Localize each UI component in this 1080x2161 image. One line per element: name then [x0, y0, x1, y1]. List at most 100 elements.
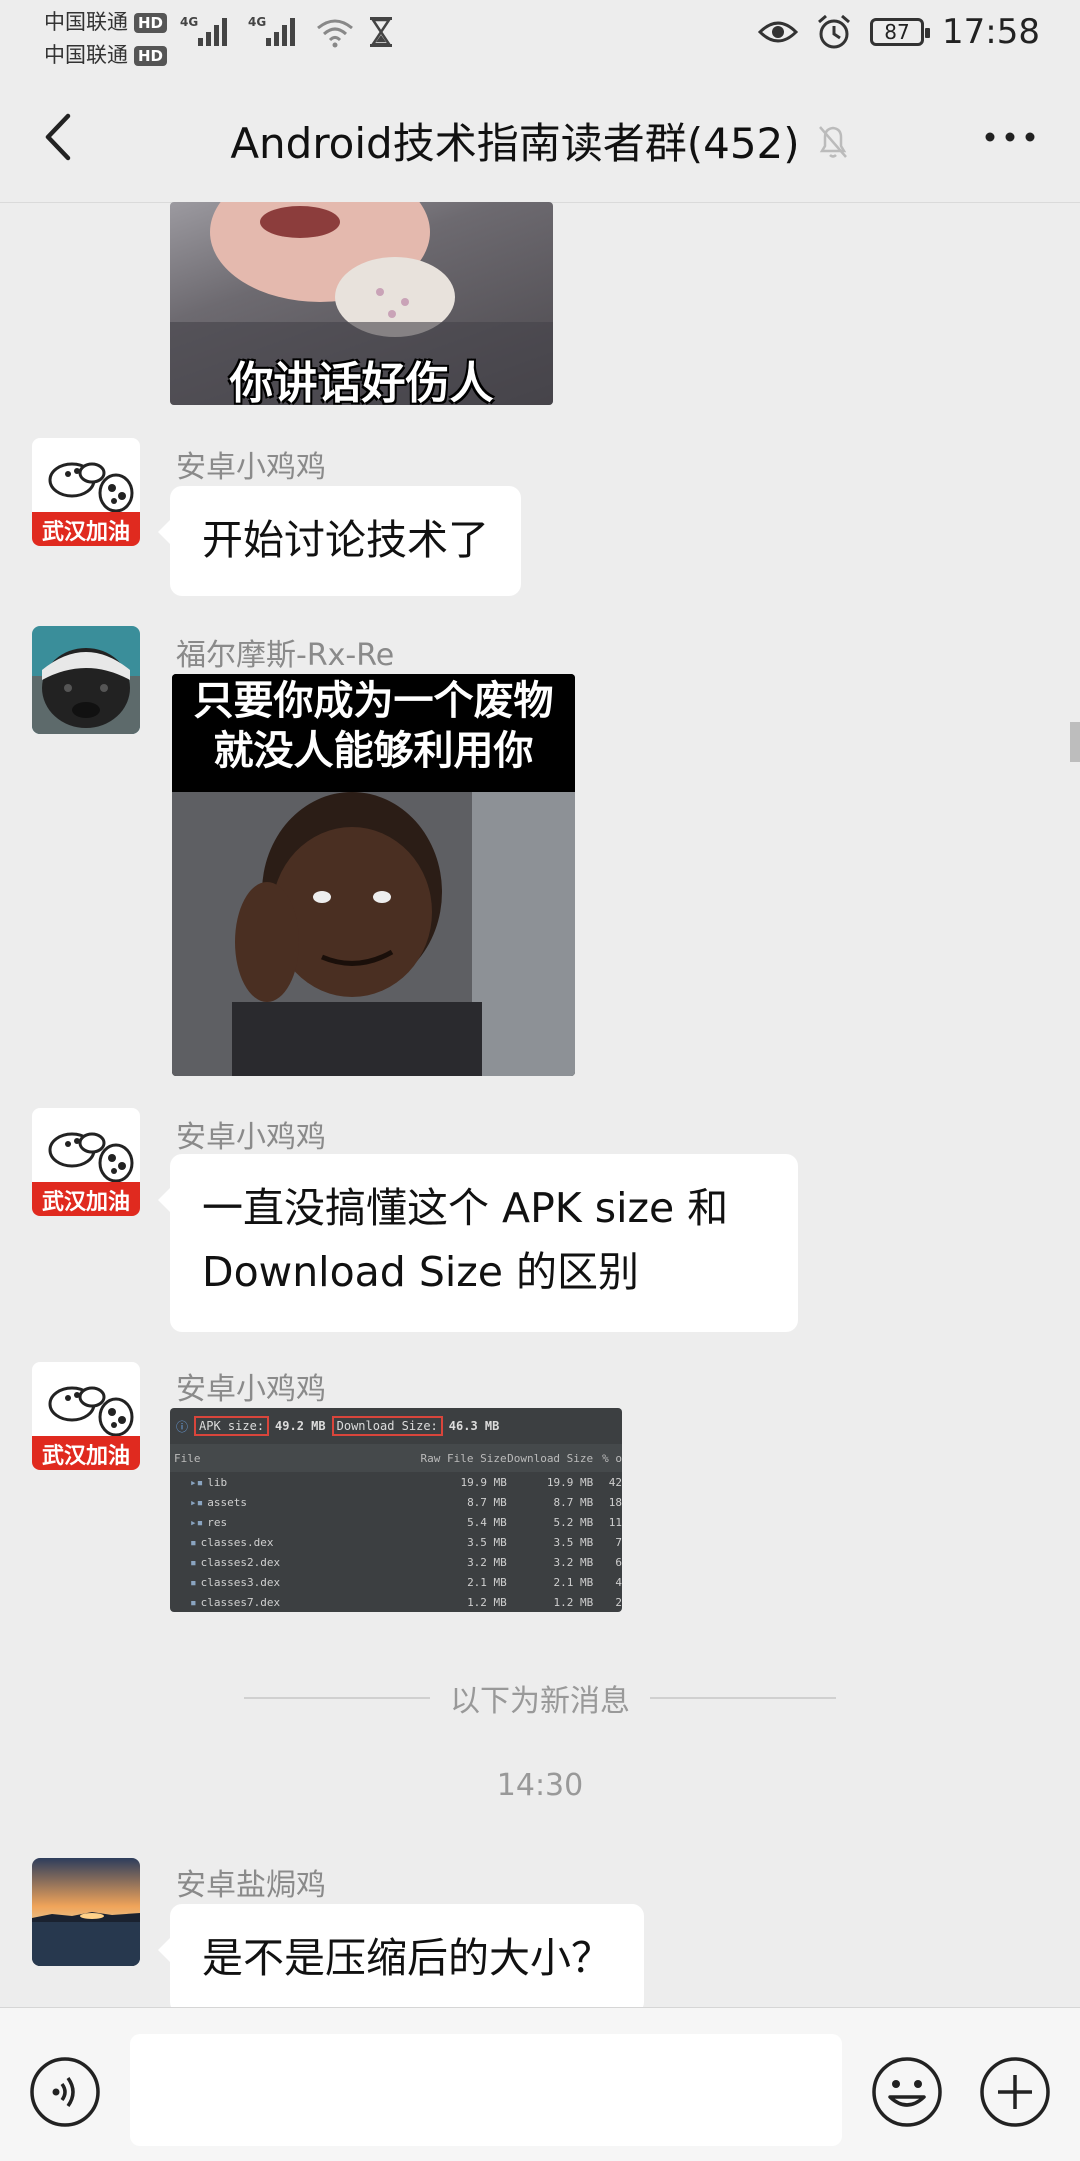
apk-download-size: 19.9 MB	[546, 1475, 594, 1489]
avatar[interactable]: 武汉加油	[32, 1108, 140, 1216]
apk-table-row: ▸▪ assets 8.7 MB 8.7 MB 18	[170, 1492, 622, 1512]
apk-percent: 11	[608, 1515, 622, 1529]
file-icon: ▪	[190, 1595, 197, 1609]
file-icon: ▪	[190, 1575, 197, 1589]
apk-table-row: ▸▪ lib 19.9 MB 19.9 MB 42	[170, 1472, 622, 1492]
apk-raw-size: 1.2 MB	[467, 1595, 507, 1609]
apk-table-row: ▪ classes3.dex 2.1 MB 2.1 MB 4	[170, 1572, 622, 1592]
divider-text: 以下为新消息	[450, 1684, 630, 1719]
scrollbar-handle[interactable]	[1070, 722, 1080, 762]
apk-table-body: ▸▪ lib 19.9 MB 19.9 MB 4 2 ▸▪ assets 8.7 MB 8.7 M…	[170, 1472, 622, 1612]
avatar[interactable]: 武汉加油	[32, 438, 140, 546]
chat-messages[interactable]: 你讲话好伤人 武汉加油 安卓小鸡鸡 开始讨论技术了 福尔摩斯-Rx-Re 只要你…	[0, 202, 1080, 2007]
honey-badger-avatar-image	[32, 626, 140, 734]
folder-icon: ▸▪	[190, 1495, 204, 1509]
apk-size-value: 49.2 MB	[275, 1419, 326, 1433]
alarm-icon	[818, 14, 850, 49]
wifi-icon	[317, 19, 353, 48]
apk-file-name: ▪ classes.dex	[190, 1535, 274, 1549]
emoji-icon[interactable]	[870, 2055, 944, 2129]
avatar-badge-text: 武汉加油	[41, 1444, 130, 1469]
apk-download-size: 3.5 MB	[553, 1535, 594, 1549]
apk-table-header: File Raw File Size Download Size % o	[170, 1444, 622, 1472]
apk-download-size: 1.2 MB	[553, 1595, 594, 1609]
apk-percent: 7	[615, 1535, 622, 1549]
folder-icon: ▸▪	[190, 1515, 204, 1529]
apk-file-name: ▪ classes7.dex	[190, 1595, 281, 1609]
plus-icon[interactable]	[978, 2055, 1052, 2129]
apk-file-name: ▸▪ assets	[190, 1495, 247, 1509]
battery-icon: 87	[870, 18, 931, 46]
message-bubble[interactable]: 是不是压缩后的大小？	[158, 1904, 644, 2007]
apk-raw-size: 8.7 MB	[467, 1495, 507, 1509]
avatar[interactable]	[32, 626, 140, 734]
apk-table-row: ▪ classes7.dex 1.2 MB 1.2 MB 2	[170, 1592, 622, 1612]
avatar[interactable]	[32, 1858, 140, 1966]
avatar[interactable]: 武汉加油	[32, 1362, 140, 1470]
meme-caption-line1: 只要你成为一个废物	[193, 678, 554, 724]
apk-file-name: ▸▪ res	[190, 1515, 228, 1529]
apk-percent: 4	[615, 1575, 622, 1589]
divider-line	[650, 1697, 836, 1699]
meme-photo	[172, 792, 575, 1076]
message-bubble[interactable]: 一直没搞懂这个 APK size 和 Download Size 的区别	[158, 1154, 798, 1332]
apk-file-name: ▪ classes3.dex	[190, 1575, 281, 1589]
title-container: Android技术指南读者群(452)	[0, 110, 1080, 171]
meme-caption: 你讲话好伤人	[229, 358, 494, 405]
chat-title[interactable]: Android技术指南读者群(452)	[230, 110, 799, 171]
apk-table-row: ▸▪ res 5.4 MB 5.2 MB 11	[170, 1512, 622, 1532]
apk-percent: 2	[615, 1595, 622, 1609]
eye-icon	[758, 21, 799, 43]
avatar-badge-text: 武汉加油	[41, 1190, 130, 1215]
message-input[interactable]	[130, 2034, 842, 2146]
timestamp: 14:30	[496, 1768, 584, 1803]
status-bar: 中国联通 HD 中国联通 HD 4G 4G 87 17:58	[0, 0, 1080, 72]
apk-size-label: APK size:	[194, 1416, 270, 1436]
apk-raw-size: 19.9 MB	[460, 1475, 507, 1489]
hourglass-icon	[370, 17, 392, 47]
col-raw: Raw File Size	[420, 1451, 507, 1465]
signal-icons: 4G 4G	[180, 14, 394, 48]
apk-file-name: ▪ classes2.dex	[190, 1555, 281, 1569]
net-label: 4G	[180, 15, 198, 29]
apk-raw-size: 3.5 MB	[467, 1535, 507, 1549]
sender-name: 福尔摩斯-Rx-Re	[176, 638, 395, 673]
meme-image-2[interactable]: 只要你成为一个废物 就没人能够利用你	[172, 674, 575, 1076]
file-icon: ▪	[190, 1535, 197, 1549]
sender-name: 安卓小鸡鸡	[176, 1120, 326, 1155]
sunset-avatar-image	[32, 1858, 140, 1966]
mute-bell-icon	[818, 125, 847, 158]
apk-download-size: 2.1 MB	[553, 1575, 594, 1589]
apk-raw-size: 5.4 MB	[467, 1515, 507, 1529]
apk-summary: ⓘ APK size: 49.2 MB Download Size: 46.3 …	[170, 1408, 622, 1444]
carrier-2: 中国联通	[44, 43, 128, 67]
message-line: Download Size 的区别	[202, 1248, 640, 1296]
divider-line	[244, 1697, 430, 1699]
apk-file-name: ▸▪ lib	[190, 1475, 228, 1489]
carrier-info: 中国联通 HD 中国联通 HD	[44, 6, 168, 72]
new-messages-divider: 以下为新消息	[244, 1676, 836, 1720]
signal-icon: 4G	[180, 15, 227, 46]
meme-image-1[interactable]: 你讲话好伤人	[170, 202, 553, 405]
voice-input-icon[interactable]	[28, 2055, 102, 2129]
message-bubble[interactable]: 开始讨论技术了	[158, 486, 521, 596]
col-file: File	[174, 1451, 201, 1465]
signal-icon: 4G	[248, 15, 295, 46]
avatar-badge-text: 武汉加油	[41, 520, 130, 545]
apk-table-row: ▪ classes2.dex 3.2 MB 3.2 MB 6	[170, 1552, 622, 1572]
status-right: 87 17:58	[758, 12, 1040, 52]
col-percent: % o	[602, 1451, 622, 1465]
file-icon: ▪	[190, 1555, 197, 1569]
apk-raw-size: 3.2 MB	[467, 1555, 507, 1569]
apk-table-row: ▪ classes.dex 3.5 MB 3.5 MB 7	[170, 1532, 622, 1552]
sender-name: 安卓小鸡鸡	[176, 1372, 326, 1407]
apk-percent: 6	[615, 1555, 622, 1569]
apk-download-size: 8.7 MB	[553, 1495, 594, 1509]
clock: 17:58	[942, 12, 1040, 52]
apk-download-size: 3.2 MB	[553, 1555, 594, 1569]
more-options-icon[interactable]	[984, 130, 1036, 144]
folder-icon: ▸▪	[190, 1475, 204, 1489]
apk-analyzer-screenshot[interactable]: ⓘ APK size: 49.2 MB Download Size: 46.3 …	[170, 1408, 622, 1612]
apk-download-size: 5.2 MB	[553, 1515, 594, 1529]
message-line: 一直没搞懂这个 APK size 和	[202, 1184, 729, 1232]
